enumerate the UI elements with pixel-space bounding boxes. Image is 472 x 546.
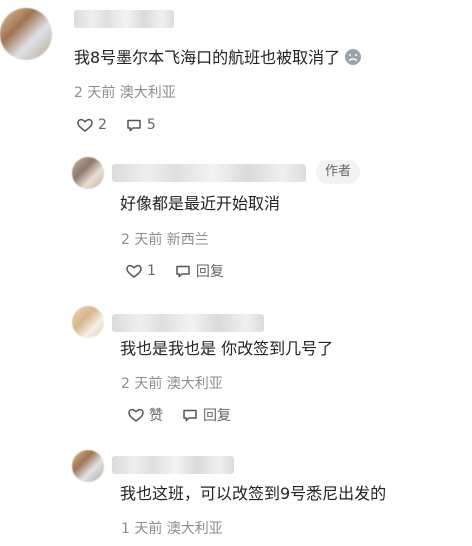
reply-button[interactable]: 回复 <box>174 261 224 281</box>
reply-label: 回复 <box>203 408 231 424</box>
reply-label: 回复 <box>195 264 224 280</box>
like-count: 2 <box>98 117 107 133</box>
comment-meta: 2 天前 澳大利亚 <box>121 376 223 392</box>
like-count: 1 <box>147 263 156 279</box>
comment-meta: 2 天前 新西兰 <box>121 232 209 248</box>
username-blur <box>112 456 234 474</box>
username-blur <box>112 314 264 332</box>
comment-text: 我8号墨尔本飞海口的航班也被取消了 <box>74 47 362 69</box>
author-badge: 作者 <box>316 160 361 184</box>
speech-bubble-icon <box>181 406 199 424</box>
comment-actions: 赞 回复 <box>127 405 231 425</box>
comment-text: 我也这班，可以改签到9号悉尼出发的 <box>120 484 387 503</box>
like-button[interactable]: 赞 <box>127 405 163 425</box>
comment-text: 好像都是最近开始取消 <box>120 194 281 213</box>
heart-outline-icon <box>76 116 94 134</box>
reply-button[interactable]: 回复 <box>181 405 231 425</box>
reply-button[interactable]: 5 <box>125 116 156 134</box>
sad-face-emoji-icon <box>344 48 362 66</box>
username-blur <box>74 10 174 28</box>
like-button[interactable]: 2 <box>76 116 107 134</box>
heart-outline-icon <box>125 262 143 280</box>
comment-actions: 1 回复 <box>125 261 224 281</box>
comment-meta: 1 天前 澳大利亚 <box>121 521 223 537</box>
username-blur <box>112 164 306 182</box>
avatar[interactable] <box>72 306 104 338</box>
avatar[interactable] <box>72 450 104 482</box>
speech-bubble-icon <box>125 116 143 134</box>
comment-text: 我也是我也是 你改签到几号了 <box>120 339 334 358</box>
comment-meta: 2 天前 澳大利亚 <box>74 85 176 101</box>
speech-bubble-icon <box>174 262 192 280</box>
like-label: 赞 <box>149 408 163 424</box>
comment-actions: 2 5 <box>76 116 156 134</box>
avatar[interactable] <box>72 157 104 189</box>
avatar[interactable] <box>0 8 52 60</box>
like-button[interactable]: 1 <box>125 262 156 280</box>
reply-count: 5 <box>146 117 156 133</box>
heart-outline-icon <box>127 406 145 424</box>
